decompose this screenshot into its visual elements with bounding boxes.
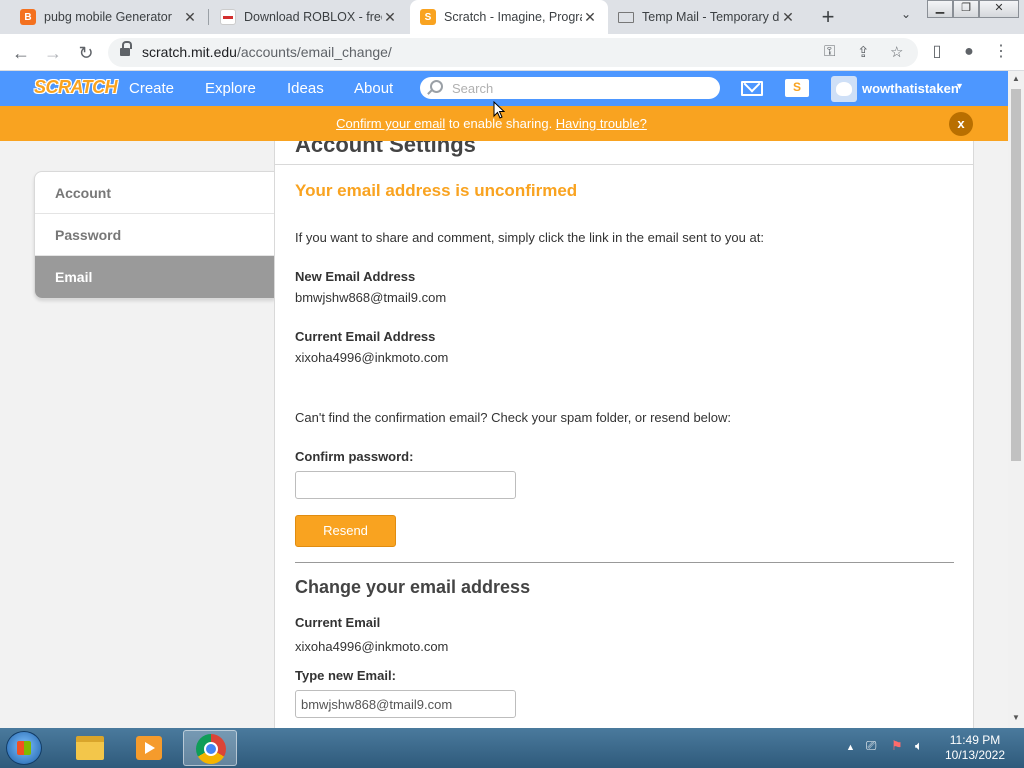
close-banner-button[interactable]: x	[949, 112, 973, 136]
banner-message: Confirm your email to enable sharing. Ha…	[336, 116, 647, 131]
page-title: Account Settings	[295, 141, 476, 157]
current-email-label-2: Current Email	[295, 615, 381, 630]
unconfirmed-warning: Your email address is unconfirmed	[295, 181, 578, 200]
tab-title: Scratch - Imagine, Progra	[444, 10, 582, 24]
action-center-icon[interactable]: ⚑	[891, 738, 903, 754]
clock-date: 10/13/2022	[944, 748, 1006, 762]
taskbar-chrome[interactable]	[183, 730, 237, 766]
scroll-up-icon[interactable]: ▲	[1012, 74, 1020, 83]
confirm-email-link[interactable]: Confirm your email	[336, 116, 445, 131]
messages-icon[interactable]	[741, 81, 763, 96]
restore-button[interactable]: ❐	[953, 0, 979, 18]
caret-down-icon[interactable]: ▼	[955, 81, 964, 91]
search-input[interactable]	[452, 78, 712, 98]
address-bar[interactable]: scratch.mit.edu/accounts/email_change/ ⚿…	[108, 38, 918, 67]
scratch-favicon-icon: S	[420, 9, 436, 25]
network-icon[interactable]: ⎚	[866, 738, 876, 754]
side-panel-icon[interactable]: ▯	[926, 41, 948, 63]
scroll-down-icon[interactable]: ▼	[1012, 713, 1020, 722]
new-email-input[interactable]	[295, 690, 516, 718]
blogger-icon: B	[20, 9, 36, 25]
scrollbar-thumb[interactable]	[1011, 89, 1021, 461]
chevron-down-icon[interactable]: ⌄	[896, 7, 916, 27]
close-window-button[interactable]: ✕	[979, 0, 1019, 18]
back-arrow-icon[interactable]: ←	[8, 40, 34, 66]
tray-expand-icon[interactable]: ▲	[846, 742, 855, 752]
confirm-password-input[interactable]	[295, 471, 516, 499]
nav-create[interactable]: Create	[129, 80, 174, 97]
username-label[interactable]: wowthatistaken	[862, 81, 959, 96]
envelope-icon	[618, 11, 634, 23]
windows-taskbar: ▲ ⎚ ⚑ 🔈︎ 11:49 PM 10/13/2022	[0, 728, 1024, 768]
share-icon[interactable]: ⇪	[857, 43, 870, 61]
spam-note: Can't find the confirmation email? Check…	[295, 410, 732, 425]
nav-about[interactable]: About	[354, 80, 393, 97]
tab-title: pubg mobile Generator	[44, 10, 172, 24]
taskbar-explorer[interactable]	[62, 730, 116, 766]
profile-icon[interactable]: ●	[958, 41, 980, 63]
sidebar-item-account[interactable]: Account	[35, 172, 274, 214]
settings-sidebar: Account Password Email	[34, 171, 275, 299]
media-player-icon	[136, 736, 162, 760]
sidebar-item-email[interactable]: Email	[35, 256, 274, 298]
forward-arrow-icon[interactable]: →	[40, 40, 66, 66]
tab-title: Temp Mail - Temporary d	[642, 10, 780, 24]
close-tab-icon[interactable]: ✕	[582, 9, 598, 26]
close-tab-icon[interactable]: ✕	[182, 9, 198, 26]
tab-title: Download ROBLOX - free	[244, 10, 382, 24]
new-email-label: New Email Address	[295, 269, 416, 284]
chrome-icon	[196, 734, 226, 764]
scratch-logo[interactable]: SCRATCH	[34, 77, 118, 98]
tab-strip: B pubg mobile Generator ✕ Download ROBLO…	[0, 0, 1024, 34]
sidebar-item-password[interactable]: Password	[35, 214, 274, 256]
close-tab-icon[interactable]: ✕	[780, 9, 796, 26]
new-email-value: bmwjshw868@tmail9.com	[295, 290, 447, 305]
settings-panel: Account Settings Your email address is u…	[274, 141, 974, 728]
tab-tempmail[interactable]: Temp Mail - Temporary d ✕	[608, 0, 806, 34]
tab-separator	[208, 9, 209, 25]
site-favicon-icon	[220, 9, 236, 25]
confirm-password-label: Confirm password:	[295, 449, 414, 464]
volume-icon[interactable]: 🔈︎	[915, 738, 923, 754]
taskbar-media-player[interactable]	[122, 730, 176, 766]
current-email-value-2: xixoha4996@inkmoto.com	[295, 639, 449, 654]
clock[interactable]: 11:49 PM 10/13/2022	[940, 733, 1010, 763]
mouse-cursor-icon	[493, 101, 505, 119]
resend-button[interactable]: Resend	[295, 515, 396, 547]
my-stuff-icon[interactable]: S	[785, 79, 809, 97]
nav-explore[interactable]: Explore	[205, 80, 256, 97]
current-email-value: xixoha4996@inkmoto.com	[295, 350, 449, 365]
folder-icon	[76, 736, 104, 760]
change-email-heading: Change your email address	[295, 577, 531, 597]
divider	[275, 164, 973, 165]
key-icon[interactable]: ⚿	[824, 43, 835, 60]
reload-icon[interactable]: ↻	[73, 40, 99, 66]
tab-pubg[interactable]: B pubg mobile Generator ✕	[10, 0, 208, 34]
tab-roblox[interactable]: Download ROBLOX - free ✕	[210, 0, 408, 34]
search-icon	[430, 80, 443, 93]
lock-icon	[120, 41, 132, 57]
new-tab-icon[interactable]: +	[816, 4, 840, 30]
current-email-label: Current Email Address	[295, 329, 436, 344]
star-icon[interactable]: ☆	[890, 43, 903, 61]
clock-time: 11:49 PM	[949, 733, 1001, 747]
avatar[interactable]	[831, 76, 857, 102]
start-button[interactable]	[6, 731, 42, 765]
search-box[interactable]	[420, 77, 720, 99]
browser-toolbar: ← → ↻ scratch.mit.edu/accounts/email_cha…	[0, 34, 1024, 71]
having-trouble-link[interactable]: Having trouble?	[556, 116, 647, 131]
nav-ideas[interactable]: Ideas	[287, 80, 324, 97]
type-new-email-label: Type new Email:	[295, 668, 396, 683]
scrollbar[interactable]: ▲ ▼	[1008, 71, 1024, 728]
tab-scratch[interactable]: S Scratch - Imagine, Progra ✕	[410, 0, 608, 34]
intro-text: If you want to share and comment, simply…	[295, 230, 764, 245]
url-text: scratch.mit.edu/accounts/email_change/	[142, 44, 392, 60]
section-divider	[295, 562, 954, 563]
minimize-button[interactable]: ▁	[927, 0, 953, 18]
close-tab-icon[interactable]: ✕	[382, 9, 398, 26]
page-content: Account Password Email Account Settings …	[0, 141, 1008, 728]
menu-kebab-icon[interactable]: ⋮	[990, 41, 1012, 63]
